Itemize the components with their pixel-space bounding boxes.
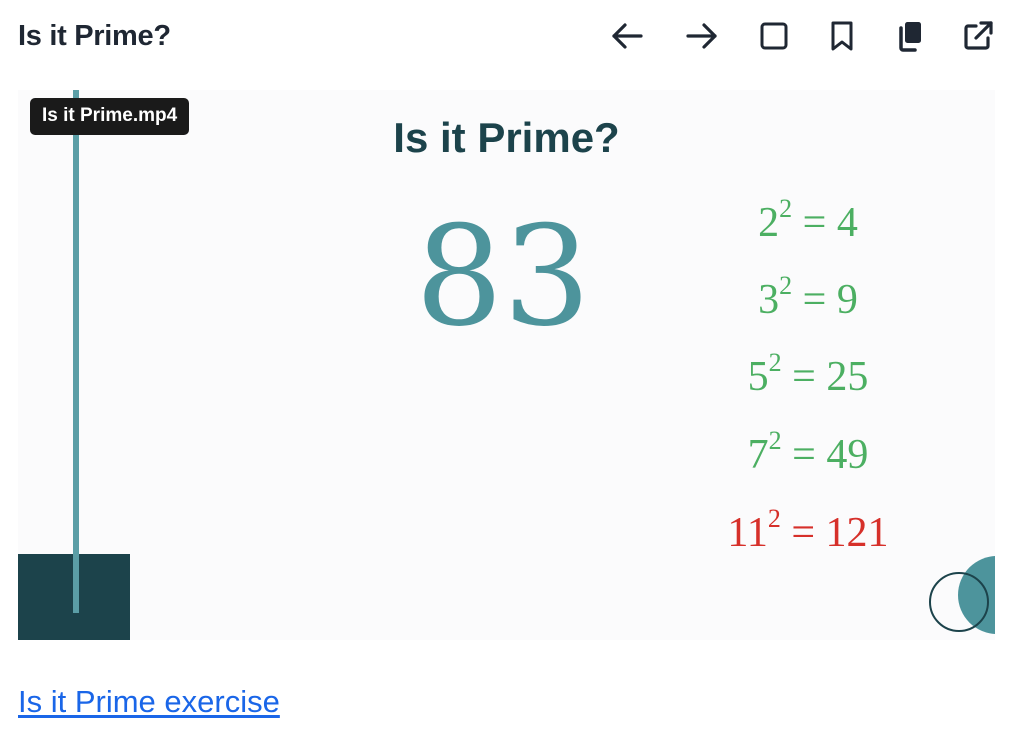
equation-row: 72 = 49 <box>747 426 869 478</box>
equation-row: 32 = 9 <box>758 271 858 323</box>
open-external-button[interactable] <box>958 16 998 56</box>
equation-row: 22 = 4 <box>758 194 858 246</box>
forward-button[interactable] <box>682 16 722 56</box>
back-button[interactable] <box>607 16 647 56</box>
decorative-ring <box>929 572 989 632</box>
video-player[interactable]: Is it Prime.mp4 Is it Prime? 83 22 = 4 3… <box>18 90 995 640</box>
header: Is it Prime? <box>0 0 1024 78</box>
square-icon <box>758 20 790 52</box>
page-title: Is it Prime? <box>18 20 171 52</box>
prime-candidate-number: 83 <box>415 196 591 357</box>
equation-row: 52 = 25 <box>747 348 869 400</box>
video-scrubber-handle[interactable] <box>73 90 79 613</box>
slide-title: Is it Prime? <box>393 114 620 161</box>
exercise-link[interactable]: Is it Prime exercise <box>18 684 280 720</box>
fullscreen-button[interactable] <box>754 16 794 56</box>
copy-button[interactable] <box>890 16 930 56</box>
bookmark-icon <box>826 19 858 53</box>
external-link-icon <box>961 19 995 53</box>
forward-arrow-icon <box>684 18 720 54</box>
back-arrow-icon <box>609 18 645 54</box>
equation-row: 112 = 121 <box>727 504 889 556</box>
copy-icon <box>894 19 926 53</box>
bookmark-button[interactable] <box>822 16 862 56</box>
